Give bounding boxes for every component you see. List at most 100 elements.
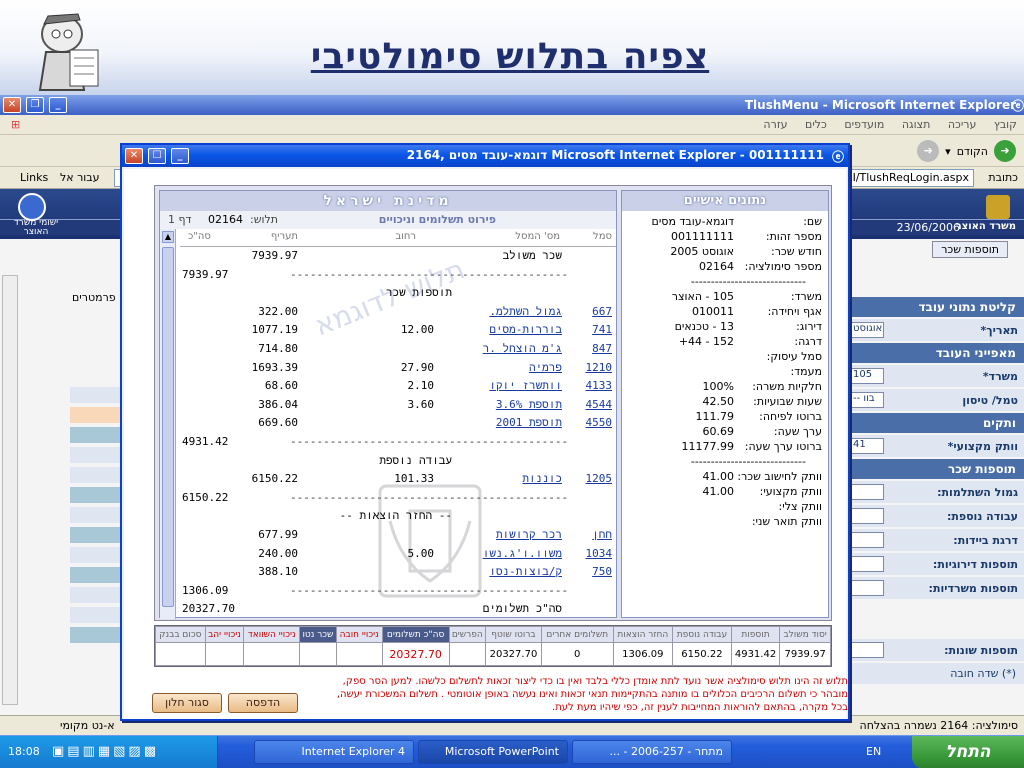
payment-code-link[interactable]: 741: [592, 323, 612, 336]
form-label: תאריך*: [980, 323, 1019, 337]
detail-label: וותק תואר שני:: [751, 515, 822, 528]
tray-icons[interactable]: ▣▤▥▦▧▨▩: [52, 744, 159, 759]
payment-amount: 669.60: [258, 416, 298, 430]
summary-value: 7939.97: [779, 642, 831, 666]
task-label: Microsoft PowerPoint: [444, 745, 559, 758]
payment-desc-link[interactable]: גמול השתלמ.: [489, 305, 562, 319]
payment-desc-link[interactable]: תוספת 2001: [496, 416, 562, 430]
detail-label: מספר סימולציה:: [744, 260, 822, 273]
detail-label: סמל עיסוק:: [766, 350, 822, 363]
ie-close-button[interactable]: ✕: [3, 97, 21, 113]
start-button[interactable]: התחל: [912, 736, 1024, 768]
menu-edit[interactable]: עריכה: [941, 115, 984, 134]
col-rate: רחוב: [395, 231, 416, 242]
payment-code-link[interactable]: חחן: [592, 528, 612, 542]
summary-value: 4931.42: [730, 642, 781, 666]
checkbox[interactable]: [850, 484, 884, 500]
task-ie[interactable]: Internet Explorer 4: [254, 740, 414, 764]
scroll-thumb[interactable]: [162, 247, 174, 607]
menu-help[interactable]: עזרה: [756, 115, 794, 134]
payment-desc-link[interactable]: תוספת 3.6%: [496, 398, 562, 412]
summary-header: עבודה נוספת: [672, 626, 732, 643]
breadcrumb[interactable]: תוספות שכר: [932, 241, 1008, 258]
summary-table: יסוד משולב תוספות עבודה נוספת החזר הוצאות תש…: [154, 625, 832, 667]
scroll-up-icon[interactable]: ▲: [162, 231, 174, 243]
task-powerpoint[interactable]: Microsoft PowerPoint: [418, 740, 568, 764]
form-label: תוספות שונות:: [944, 643, 1018, 657]
detail-label: וותק לחישוב שכר:: [737, 470, 822, 483]
links-label[interactable]: Links: [20, 171, 48, 184]
clock[interactable]: 18:08: [8, 745, 40, 758]
payment-rate: 27.90: [400, 360, 434, 374]
separator-line: ----------------------------------------…: [290, 435, 569, 448]
checkbox[interactable]: [850, 508, 884, 524]
back-button[interactable]: ➜ הקודם ▾ ➜: [917, 140, 1016, 162]
payment-row: 4931.42 ---------------------------------…: [180, 435, 616, 451]
payment-row: 847 ג'מ הוצחל .ר 714.80: [180, 342, 616, 358]
popup-maximize-button[interactable]: ☐: [148, 148, 166, 164]
popup-minimize-button[interactable]: _: [171, 148, 189, 164]
type-select[interactable]: -- בוו: [850, 392, 884, 408]
ie-minimize-button[interactable]: _: [49, 97, 67, 113]
go-button[interactable]: עבור אל: [60, 171, 100, 184]
payment-desc-link[interactable]: בוררות-מסים: [489, 323, 562, 337]
address-value: I/TlushReqLogin.aspx: [852, 171, 969, 184]
payments-scrollbar[interactable]: ▲: [160, 229, 176, 619]
payment-desc-link[interactable]: משוו.ו'ג.נשו: [483, 547, 562, 561]
payment-code-link[interactable]: 847: [592, 342, 612, 355]
detail-value: 105 - האוצר: [671, 290, 734, 303]
summary-header: שכר נטו: [299, 626, 337, 643]
popup-title: Microsoft Internet Explorer - 001111111 …: [406, 148, 824, 162]
detail-label: ערך שעה:: [773, 425, 822, 438]
select[interactable]: [850, 556, 884, 572]
payment-code-link[interactable]: 1210: [586, 361, 613, 374]
payment-desc-link[interactable]: וותשרז יוקו: [489, 379, 562, 393]
payment-desc-link[interactable]: רכר קרושות: [496, 528, 562, 542]
payment-code-link[interactable]: 4550: [586, 416, 613, 429]
payment-code-link[interactable]: 1034: [586, 547, 613, 560]
seniority-field[interactable]: 41: [850, 438, 884, 454]
print-button[interactable]: הדפסה: [228, 693, 298, 713]
detail-label: מעמד:: [790, 365, 822, 378]
ie-restore-button[interactable]: ❐: [26, 97, 44, 113]
col-code: סמל: [593, 231, 612, 242]
date-field[interactable]: אוגוסט: [850, 322, 884, 338]
close-window-button[interactable]: סגור חלון: [152, 693, 222, 713]
menu-tools[interactable]: כלים: [798, 115, 834, 134]
payment-desc-link[interactable]: ק/בוצות-נסו: [489, 565, 562, 579]
payment-code-link[interactable]: 667: [592, 305, 612, 318]
payslip-subtitle: פירוט תשלומים וניכויים: [378, 213, 496, 226]
office-field[interactable]: 105: [850, 368, 884, 384]
payment-amount: 1693.39: [251, 360, 298, 374]
payment-desc: סה"כ תשלומים: [482, 602, 562, 616]
payment-code-link[interactable]: 1205: [586, 472, 613, 485]
form-row-date: תאריך* אוגוסט: [844, 319, 1024, 341]
payment-desc-link[interactable]: ג'מ הוצחל .ר: [483, 342, 562, 356]
detail-value: אוגוסט 2005: [670, 245, 734, 258]
form-label: משרד*: [982, 369, 1018, 383]
payment-total: 7939.97: [182, 267, 229, 281]
payment-desc-link[interactable]: כוננות: [522, 472, 562, 486]
payment-code-link[interactable]: 750: [592, 565, 612, 578]
page-scrollbar[interactable]: [2, 275, 18, 705]
personal-details-panel: נתונים אישיים שם: דוגמא-עובד מסים מספר זהו…: [621, 190, 829, 618]
slide-title: צפיה בתלוש סימולטיבי: [310, 36, 710, 77]
payment-amount: 6150.22: [251, 472, 298, 486]
forward-arrow-icon[interactable]: ➜: [917, 140, 940, 162]
detail-row: וותק תואר שני:: [626, 515, 826, 530]
menu-file[interactable]: קובץ: [987, 115, 1024, 134]
payment-desc-link[interactable]: פרמיה: [529, 361, 562, 375]
form-label: גמול השתלמות:: [937, 485, 1018, 499]
language-indicator[interactable]: EN: [866, 745, 881, 758]
task-other[interactable]: מתחר - 2006-257 - ...: [572, 740, 732, 764]
select[interactable]: [850, 580, 884, 596]
detail-row: וותק לחישוב שכר: 41.00: [626, 470, 826, 485]
menu-favorites[interactable]: מועדפים: [837, 115, 891, 134]
payment-row: -- החזר הוצאות --: [180, 509, 616, 525]
popup-close-button[interactable]: ✕: [125, 148, 143, 164]
payment-code-link[interactable]: 4544: [586, 398, 613, 411]
select[interactable]: [850, 532, 884, 548]
menu-view[interactable]: תצוגה: [895, 115, 937, 134]
select[interactable]: [850, 642, 884, 658]
payment-code-link[interactable]: 4133: [586, 379, 613, 392]
